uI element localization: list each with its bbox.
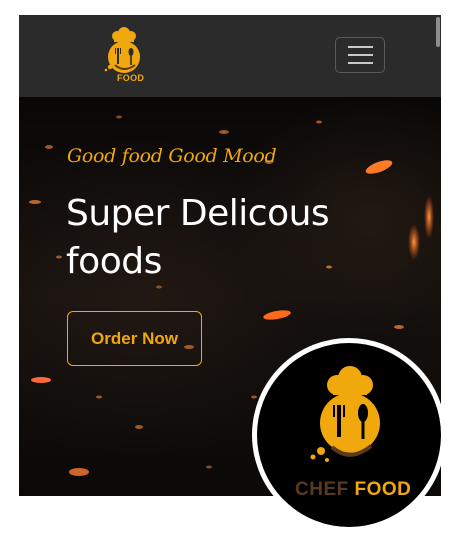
navbar-toggle-button[interactable]	[335, 37, 385, 73]
hamburger-menu-icon	[347, 54, 373, 56]
hero-heading: Super Delicous foods	[66, 193, 330, 282]
navbar: FOOD	[19, 15, 441, 97]
navbar-logo-text: FOOD	[117, 73, 144, 83]
hero-tagline: Good food Good Mood	[67, 145, 277, 167]
order-now-button[interactable]: Order Now	[67, 311, 202, 366]
scrollbar-thumb[interactable]	[436, 17, 440, 47]
hamburger-menu-icon	[347, 62, 373, 64]
brand-logo-badge: CHEF FOOD	[252, 338, 446, 532]
navbar-logo[interactable]: FOOD	[97, 27, 167, 89]
badge-logo-text: CHEF FOOD	[295, 479, 411, 501]
hamburger-menu-icon	[347, 46, 373, 48]
brand-word-food: FOOD	[354, 479, 412, 500]
brand-word-chef: CHEF	[295, 479, 349, 500]
brand-word-food: FOOD	[117, 73, 145, 83]
